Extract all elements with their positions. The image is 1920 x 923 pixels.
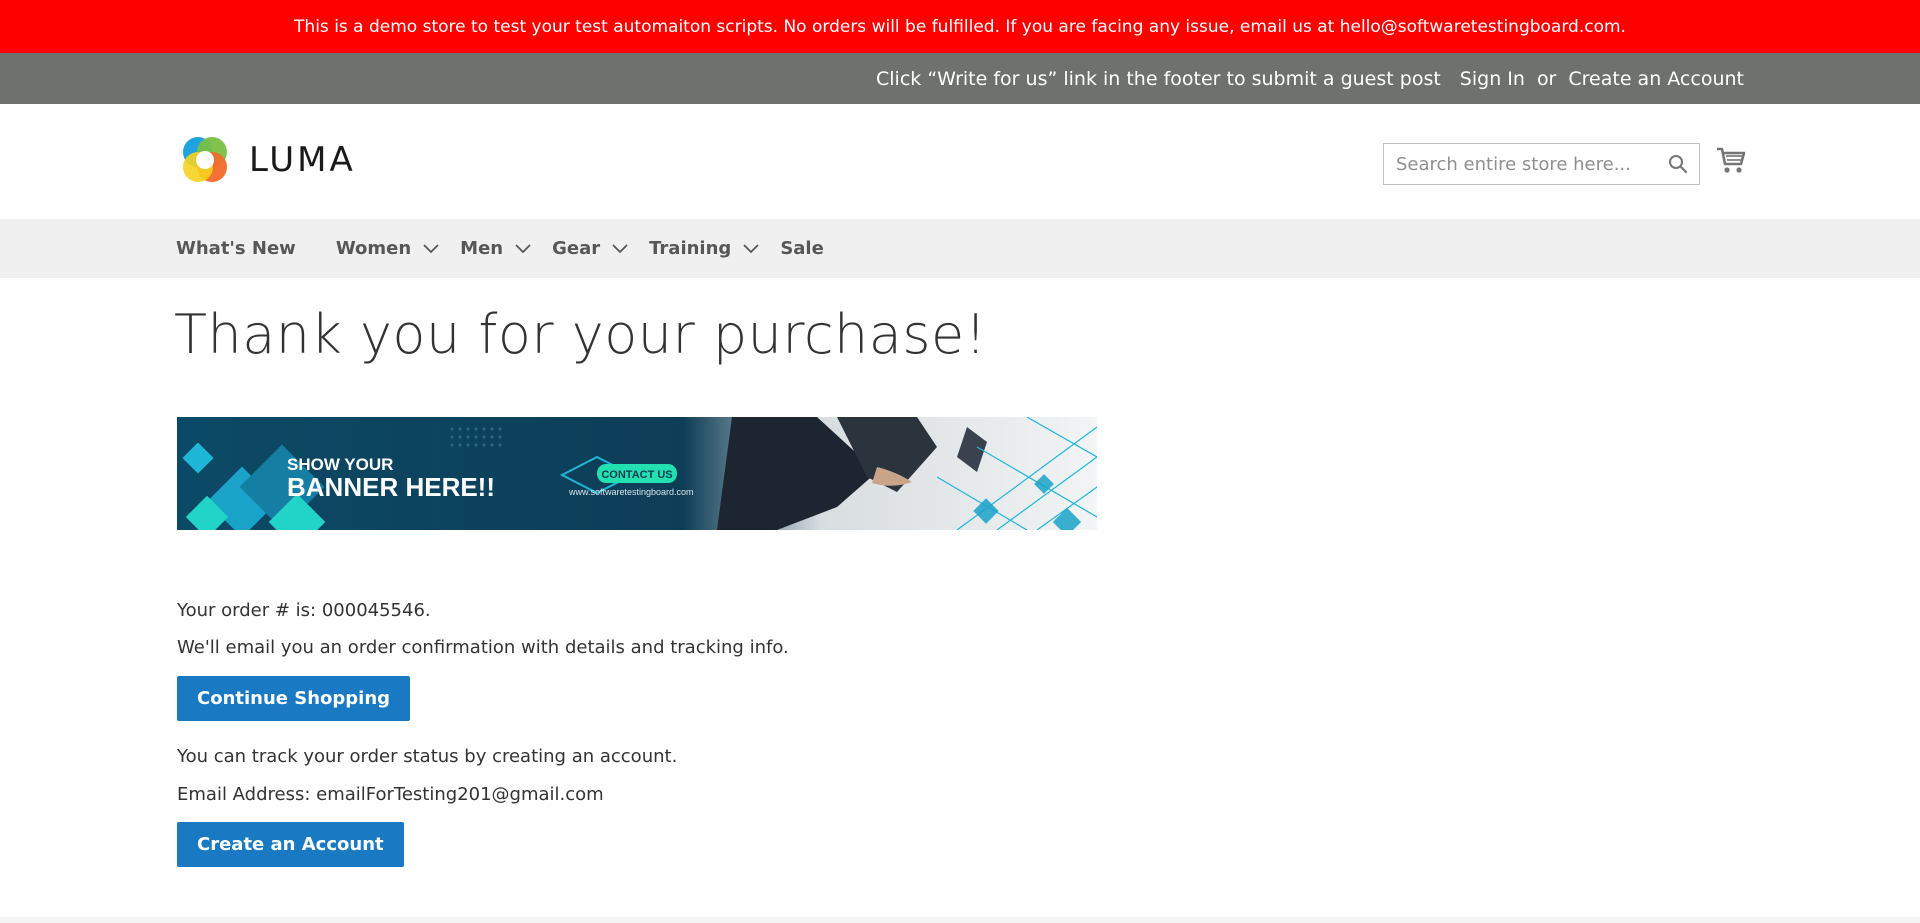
nav-training-label: Training <box>649 238 732 259</box>
banner-url: www.softwaretestingboard.com <box>568 487 694 497</box>
cart-icon[interactable] <box>1715 144 1747 176</box>
page-title: Thank you for your purchase! <box>174 303 987 366</box>
guest-post-promo: Click “Write for us” link in the footer … <box>876 67 1441 90</box>
chevron-down-icon <box>423 243 439 253</box>
banner-contact: CONTACT US <box>601 469 672 481</box>
header-panel: Click “Write for us” link in the footer … <box>0 53 1920 104</box>
header-content: LUMA <box>0 104 1920 219</box>
nav-gear[interactable]: Gear <box>552 238 628 259</box>
continue-shopping-button[interactable]: Continue Shopping <box>177 676 411 721</box>
banner-artwork: SHOW YOUR BANNER HERE!! CONTACT US www.s… <box>177 417 1097 530</box>
main-navigation: What's New Women Men Gear Training Sale <box>0 219 1920 278</box>
demo-notice: This is a demo store to test your test a… <box>0 0 1920 53</box>
chevron-down-icon <box>612 243 628 253</box>
nav-whats-new-label: What's New <box>176 238 296 259</box>
search-icon[interactable] <box>1663 149 1693 179</box>
order-number-label: Your order # is: <box>177 600 322 621</box>
search-box <box>1383 143 1700 185</box>
nav-men[interactable]: Men <box>460 238 531 259</box>
track-order-note: You can track your order status by creat… <box>177 746 678 767</box>
order-email-note: We'll email you an order confirmation wi… <box>177 637 789 658</box>
nav-training[interactable]: Training <box>649 238 759 259</box>
nav-men-label: Men <box>460 238 504 259</box>
email-address-line: Email Address: emailForTesting201@gmail.… <box>177 784 604 805</box>
or-separator: or <box>1536 67 1557 90</box>
create-account-button[interactable]: Create an Account <box>177 822 404 867</box>
email-address-label: Email Address: <box>177 784 317 805</box>
nav-gear-label: Gear <box>552 238 601 259</box>
search-input[interactable] <box>1384 144 1663 184</box>
promo-banner[interactable]: SHOW YOUR BANNER HERE!! CONTACT US www.s… <box>177 417 1097 530</box>
nav-women-label: Women <box>335 238 412 259</box>
chevron-down-icon <box>743 243 759 253</box>
luma-logo-icon <box>183 137 227 182</box>
create-account-link[interactable]: Create an Account <box>1568 68 1744 90</box>
demo-notice-text: This is a demo store to test your test a… <box>294 16 1626 37</box>
order-number-link[interactable]: 000045546 <box>322 600 425 621</box>
email-address-value: emailForTesting201@gmail.com <box>316 784 604 805</box>
banner-line2: BANNER HERE!! <box>287 472 495 502</box>
luma-logo[interactable]: LUMA <box>177 132 356 188</box>
footer-strip <box>0 917 1920 923</box>
nav-whats-new[interactable]: What's New <box>176 238 296 259</box>
order-number-line: Your order # is: 000045546. <box>177 600 431 621</box>
order-number-suffix: . <box>424 600 431 621</box>
nav-sale[interactable]: Sale <box>780 238 824 259</box>
nav-women[interactable]: Women <box>336 238 439 259</box>
sign-in-link[interactable]: Sign In <box>1460 68 1525 90</box>
nav-sale-label: Sale <box>780 238 824 259</box>
chevron-down-icon <box>515 243 531 253</box>
logo-text: LUMA <box>249 140 356 180</box>
